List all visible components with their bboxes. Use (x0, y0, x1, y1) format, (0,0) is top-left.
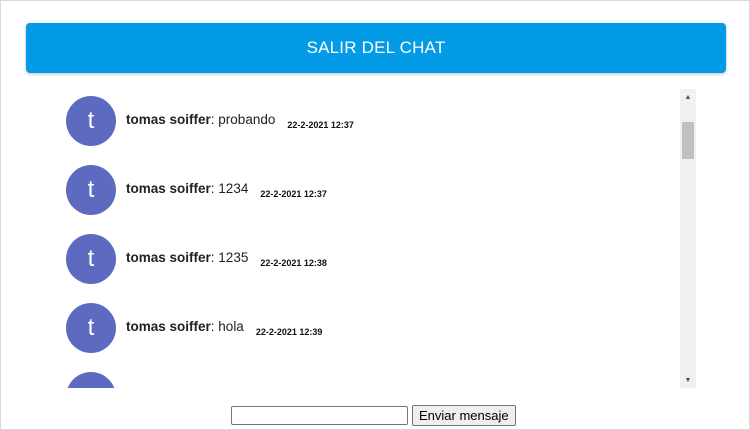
avatar: t (66, 303, 116, 353)
chat-window: SALIR DEL CHAT t tomas soiffer: probando… (0, 0, 750, 430)
avatar-letter: t (87, 314, 95, 341)
message-item: t tomas soiffer: 1235 22-2-2021 12:38 (66, 234, 666, 284)
avatar-letter: t (87, 245, 95, 272)
chat-messages-area[interactable]: t tomas soiffer: probando 22-2-2021 12:37… (56, 89, 696, 388)
message-line: tomas soiffer: hola 22-2-2021 12:39 (126, 319, 323, 337)
avatar: t (66, 96, 116, 146)
message-sender: tomas soiffer (126, 319, 211, 334)
message-timestamp: 22-2-2021 12:38 (260, 258, 327, 268)
message-composer: Enviar mensaje (231, 405, 516, 426)
message-item: t tomas soiffer: 1234 22-2-2021 12:37 (66, 165, 666, 215)
message-sender: tomas soiffer (126, 250, 211, 265)
vertical-scrollbar[interactable]: ▲ ▼ (680, 89, 696, 388)
exit-chat-button[interactable]: SALIR DEL CHAT (26, 23, 726, 73)
message-text: 1235 (218, 250, 249, 265)
arrow-down-icon[interactable]: ▼ (680, 372, 696, 388)
arrow-up-icon[interactable]: ▲ (680, 89, 696, 105)
message-line: tomas soiffer: 1234 22-2-2021 12:37 (126, 181, 327, 199)
avatar-letter: t (87, 107, 95, 134)
message-line: tomas soiffer: 1235 22-2-2021 12:38 (126, 250, 327, 268)
avatar: t (66, 234, 116, 284)
message-list: t tomas soiffer: probando 22-2-2021 12:37… (56, 89, 680, 388)
message-timestamp: 22-2-2021 12:37 (260, 189, 327, 199)
message-line: tomas soiffer: probando 22-2-2021 12:37 (126, 112, 354, 130)
message-sender: tomas soiffer (126, 181, 211, 196)
avatar-letter: t (87, 176, 95, 203)
message-item: t tomas soiffer: hola 22-2-2021 12:39 (66, 303, 666, 353)
message-item: t (66, 372, 666, 388)
message-item: t tomas soiffer: probando 22-2-2021 12:37 (66, 96, 666, 146)
message-timestamp: 22-2-2021 12:39 (255, 327, 323, 337)
message-sender: tomas soiffer (126, 112, 211, 127)
avatar-letter: t (88, 383, 95, 388)
message-timestamp: 22-2-2021 12:37 (287, 120, 354, 130)
message-input[interactable] (231, 406, 408, 425)
exit-chat-label: SALIR DEL CHAT (306, 38, 446, 57)
avatar: t (66, 165, 116, 215)
avatar: t (66, 372, 116, 388)
send-message-button[interactable]: Enviar mensaje (412, 405, 516, 426)
scrollbar-thumb[interactable] (682, 122, 694, 159)
message-text: probando (218, 112, 276, 127)
message-text: 1234 (218, 181, 249, 196)
message-text: hola (218, 319, 244, 334)
